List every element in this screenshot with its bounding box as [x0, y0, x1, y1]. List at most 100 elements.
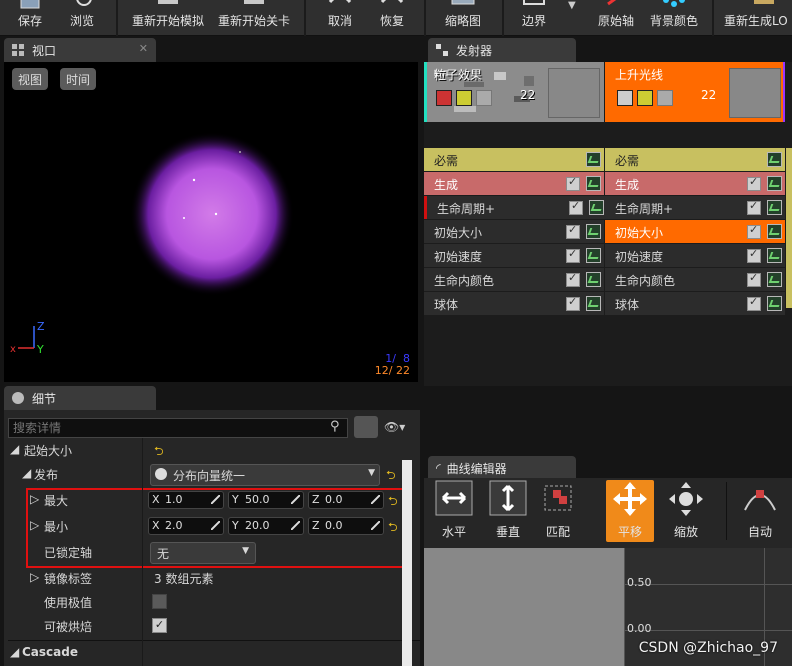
reset-icon[interactable]: ⮌	[388, 518, 398, 539]
module-required[interactable]: 必需	[424, 148, 604, 171]
module-initial-size[interactable]: 初始大小	[424, 220, 604, 243]
search-icon[interactable]: ⚲	[330, 419, 340, 434]
module-spawn[interactable]: 生成	[424, 172, 604, 195]
reset-icon[interactable]: ⮌	[154, 442, 164, 463]
cascade-row[interactable]: ◢ Cascade	[8, 640, 420, 665]
module-enabled-checkbox[interactable]	[747, 271, 761, 287]
distribution-expand-icon[interactable]: ◢	[22, 466, 31, 480]
max-x-field[interactable]: X 1.0	[148, 491, 224, 509]
min-x-field[interactable]: X 2.0	[148, 517, 224, 535]
curve-icon[interactable]	[767, 200, 782, 215]
restart-level-button[interactable]: 重新开始关卡	[216, 0, 292, 34]
curve-icon[interactable]	[586, 176, 601, 191]
redo-button[interactable]: 恢复	[370, 0, 414, 34]
reset-icon[interactable]: ⮌	[386, 466, 396, 487]
curve-icon[interactable]	[767, 296, 782, 311]
locked-axes-dropdown[interactable]: 无 ▼	[150, 542, 256, 564]
pan-button[interactable]: 平移	[606, 480, 654, 542]
emitter-column[interactable]: 粒子效果 22 必需 生成 生命周期+ 初始大小 初始速度 生命内颜色 球体	[424, 62, 607, 386]
expand-icon[interactable]: ▷	[30, 570, 39, 584]
min-z-field[interactable]: Z 0.0	[308, 517, 384, 535]
fit-vertical-button[interactable]: 垂直	[484, 480, 532, 542]
curve-icon[interactable]	[586, 152, 601, 167]
curve-icon[interactable]	[586, 224, 601, 239]
save-button[interactable]: 保存	[10, 0, 50, 34]
view-options-grid-icon[interactable]	[354, 416, 378, 438]
curve-icon[interactable]	[586, 248, 601, 263]
fit-horizontal-button[interactable]: 水平	[430, 480, 478, 542]
emitter-header[interactable]: 粒子效果 22	[424, 62, 604, 122]
expand-icon[interactable]: ▷	[30, 492, 39, 506]
distribution-dropdown[interactable]: 分布向量统一 ▼	[150, 464, 380, 486]
restart-sim-button[interactable]: 重新开始模拟	[128, 0, 208, 34]
module-lifetime[interactable]: 生命周期+	[424, 196, 607, 219]
module-enabled-checkbox[interactable]	[566, 271, 580, 287]
module-lifetime[interactable]: 生命周期+	[605, 196, 785, 219]
tab-curve-editor[interactable]: ◜ 曲线编辑器	[428, 456, 576, 480]
curve-icon[interactable]	[767, 224, 782, 239]
render-mode-icon[interactable]	[456, 90, 472, 106]
eye-icon[interactable]: 👁▾	[384, 420, 405, 434]
use-extremes-checkbox[interactable]	[152, 594, 167, 609]
curve-list-area[interactable]	[424, 548, 624, 666]
thumbnail-button[interactable]: 缩略图	[438, 0, 488, 34]
module-enabled-checkbox[interactable]	[747, 295, 761, 311]
module-color-over-life[interactable]: 生命内颜色	[424, 268, 604, 291]
module-enabled-checkbox[interactable]	[566, 223, 580, 239]
module-enabled-checkbox[interactable]	[569, 199, 583, 215]
module-sphere[interactable]: 球体	[424, 292, 604, 315]
undo-button[interactable]: 取消	[318, 0, 362, 34]
curve-icon[interactable]	[586, 272, 601, 287]
bakeable-checkbox[interactable]: ✓	[152, 618, 167, 633]
module-initial-size-selected[interactable]: 初始大小	[605, 220, 785, 243]
module-required[interactable]: 必需	[605, 148, 785, 171]
bounds-button[interactable]: 边界	[512, 0, 556, 34]
curve-icon[interactable]	[767, 272, 782, 287]
search-details-input[interactable]	[8, 418, 348, 438]
tab-viewport[interactable]: 视口 ✕	[4, 38, 156, 62]
module-enabled-checkbox[interactable]	[747, 175, 761, 191]
curve-icon[interactable]	[767, 248, 782, 263]
solo-icon[interactable]	[657, 90, 673, 106]
close-icon[interactable]: ✕	[139, 42, 148, 55]
min-y-field[interactable]: Y 20.0	[228, 517, 304, 535]
emitter-column[interactable]: 上升光线 22 必需 生成 生命周期+ 初始大小 初始速度 生命内颜色 球体	[605, 62, 785, 386]
particle-viewport[interactable]: 视图 时间 Z Y x 1/ 8 12/ 22	[4, 62, 418, 382]
category-expand-icon[interactable]: ◢	[10, 442, 19, 456]
module-enabled-checkbox[interactable]	[747, 199, 761, 215]
render-mode-icon[interactable]	[637, 90, 653, 106]
tab-details[interactable]: 细节	[4, 386, 156, 410]
solo-icon[interactable]	[476, 90, 492, 106]
max-y-field[interactable]: Y 50.0	[228, 491, 304, 509]
module-enabled-checkbox[interactable]	[747, 223, 761, 239]
module-initial-velocity[interactable]: 初始速度	[605, 244, 785, 267]
auto-button[interactable]: 自动	[736, 480, 784, 542]
module-color-over-life[interactable]: 生命内颜色	[605, 268, 785, 291]
regen-lod-button[interactable]: 重新生成LO	[724, 0, 792, 34]
bg-color-button[interactable]: 背景颜色	[648, 0, 700, 34]
module-enabled-checkbox[interactable]	[747, 247, 761, 263]
tab-emitters[interactable]: 发射器	[428, 38, 576, 62]
origin-axis-button[interactable]: 原始轴	[594, 0, 638, 34]
emitter-header[interactable]: 上升光线 22	[605, 62, 785, 122]
zoom-button[interactable]: 缩放	[662, 480, 710, 542]
expand-icon[interactable]: ▷	[30, 518, 39, 532]
curve-icon[interactable]	[586, 296, 601, 311]
reset-icon[interactable]: ⮌	[388, 492, 398, 513]
max-z-field[interactable]: Z 0.0	[308, 491, 384, 509]
curve-icon[interactable]	[767, 176, 782, 191]
module-enabled-checkbox[interactable]	[566, 247, 580, 263]
curve-icon[interactable]	[767, 152, 782, 167]
browse-button[interactable]: 浏览	[62, 0, 102, 34]
curve-icon[interactable]	[589, 200, 604, 215]
module-spawn[interactable]: 生成	[605, 172, 785, 195]
module-enabled-checkbox[interactable]	[566, 295, 580, 311]
category-expand-icon[interactable]: ◢	[10, 645, 19, 659]
module-initial-velocity[interactable]: 初始速度	[424, 244, 604, 267]
module-sphere[interactable]: 球体	[605, 292, 785, 315]
enabled-toggle-icon[interactable]	[617, 90, 633, 106]
scrollbar[interactable]	[402, 460, 412, 666]
bounds-dropdown-icon[interactable]: ▼	[568, 0, 576, 11]
fit-button[interactable]: 匹配	[534, 480, 582, 542]
category-start-size[interactable]: ◢ 起始大小 ⮌	[8, 438, 420, 462]
